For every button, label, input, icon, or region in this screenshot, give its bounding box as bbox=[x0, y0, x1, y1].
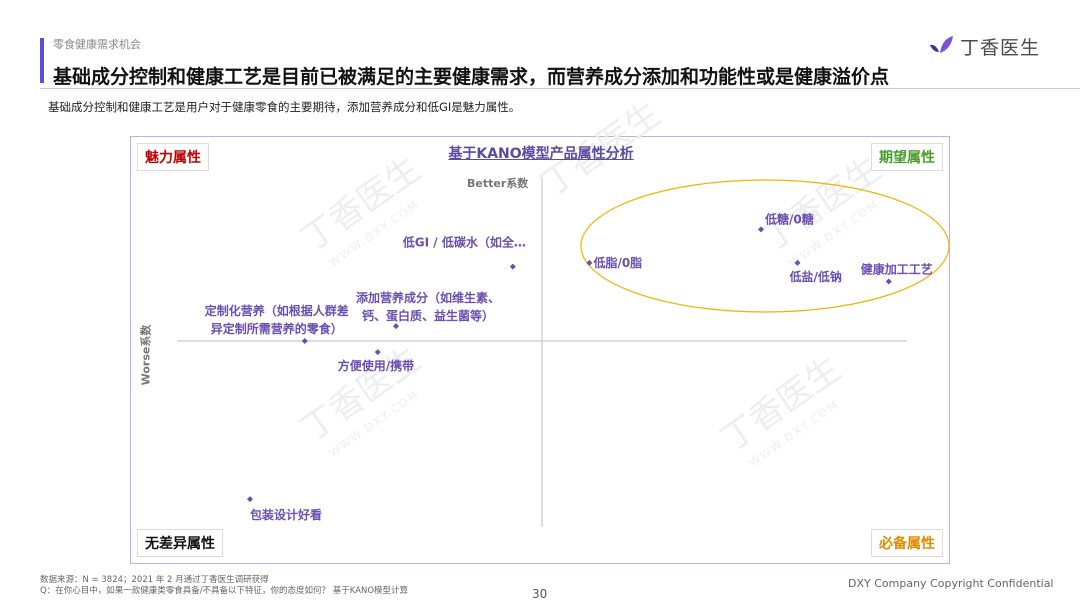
page-number: 30 bbox=[532, 587, 548, 601]
data-point-marker bbox=[758, 226, 764, 233]
logo-text: 丁香医生 bbox=[960, 36, 1041, 59]
quadrant-label-expected: 期望属性 bbox=[871, 143, 943, 171]
subtitle: 基础成分控制和健康工艺是用户对于健康零食的主要期待，添加营养成分和低GI是魅力属… bbox=[48, 100, 521, 114]
data-point-label: 添加营养成分（如维生素、钙、蛋白质、益生菌等） bbox=[356, 290, 500, 323]
x-axis-label: Worse系数 bbox=[139, 324, 153, 386]
data-point-label: 低GI / 低碳水（如全… bbox=[402, 235, 526, 250]
data-point-marker bbox=[374, 349, 381, 356]
dxy-logo: 丁香医生 bbox=[928, 34, 1041, 59]
footer-source: 数据来源：N = 3824；2021 年 2 月通过丁香医生调研获得 Q：在你心… bbox=[40, 575, 408, 597]
data-point-marker bbox=[301, 338, 308, 344]
page-title: 基础成分控制和健康工艺是目前已被满足的主要健康需求，而营养成分添加和功能性或是健… bbox=[53, 66, 890, 88]
copyright: DXY Company Copyright Confidential bbox=[848, 577, 1054, 590]
data-point-label: 定制化营养（如根据人群差异定制所需营养的零食） bbox=[205, 303, 349, 336]
data-point-marker bbox=[794, 259, 801, 266]
kano-chart: 丁香医生 WWW.DXY.COM 丁香医生 丁香医生 WWW.DXY.COM 丁… bbox=[130, 94, 950, 564]
data-point-label: 低脂/0脂 bbox=[592, 255, 642, 270]
leaf-logo-icon bbox=[930, 36, 953, 53]
chart-title: 基于KANO模型产品属性分析 bbox=[448, 146, 634, 162]
y-axis-label: Better系数 bbox=[467, 177, 529, 190]
data-point-marker bbox=[247, 496, 253, 503]
data-point-label: 健康加工工艺 bbox=[861, 261, 933, 276]
data-point-marker bbox=[885, 278, 892, 285]
quadrant-label-must-be: 必备属性 bbox=[871, 529, 943, 557]
section-label: 零食健康需求机会 bbox=[53, 38, 141, 51]
source-line-2: Q：在你心目中，如果一款健康类零食具备/不具备以下特征，你的态度如何？ 基于KA… bbox=[40, 586, 409, 596]
quadrant-label-indifferent: 无差异属性 bbox=[137, 529, 223, 557]
scatter-plot: 低糖/0糖低脂/0脂低盐/低钠 健康加工工艺 低GI / 低碳水（如全… 添加营养成分… bbox=[177, 177, 950, 527]
data-point-marker bbox=[586, 259, 593, 266]
source-line-1: 数据来源：N = 3824；2021 年 2 月通过丁香医生调研获得 bbox=[40, 575, 269, 585]
accent-bar bbox=[40, 38, 44, 83]
data-point-label: 包装设计好看 bbox=[249, 507, 322, 522]
data-point-label: 方便使用/携带 bbox=[338, 358, 414, 373]
expected-attributes-highlight bbox=[580, 179, 950, 313]
quadrant-label-attractive: 魅力属性 bbox=[137, 143, 209, 171]
header-divider bbox=[40, 88, 1080, 89]
data-point-label: 低盐/低钠 bbox=[789, 269, 842, 284]
data-point-label: 低糖/0糖 bbox=[764, 211, 814, 226]
points-layer: 低糖/0糖低脂/0脂低盐/低钠 健康加工工艺 低GI / 低碳水（如全… 添加营养成分… bbox=[205, 211, 933, 522]
data-point-marker bbox=[393, 323, 399, 330]
data-point-marker bbox=[509, 263, 516, 270]
